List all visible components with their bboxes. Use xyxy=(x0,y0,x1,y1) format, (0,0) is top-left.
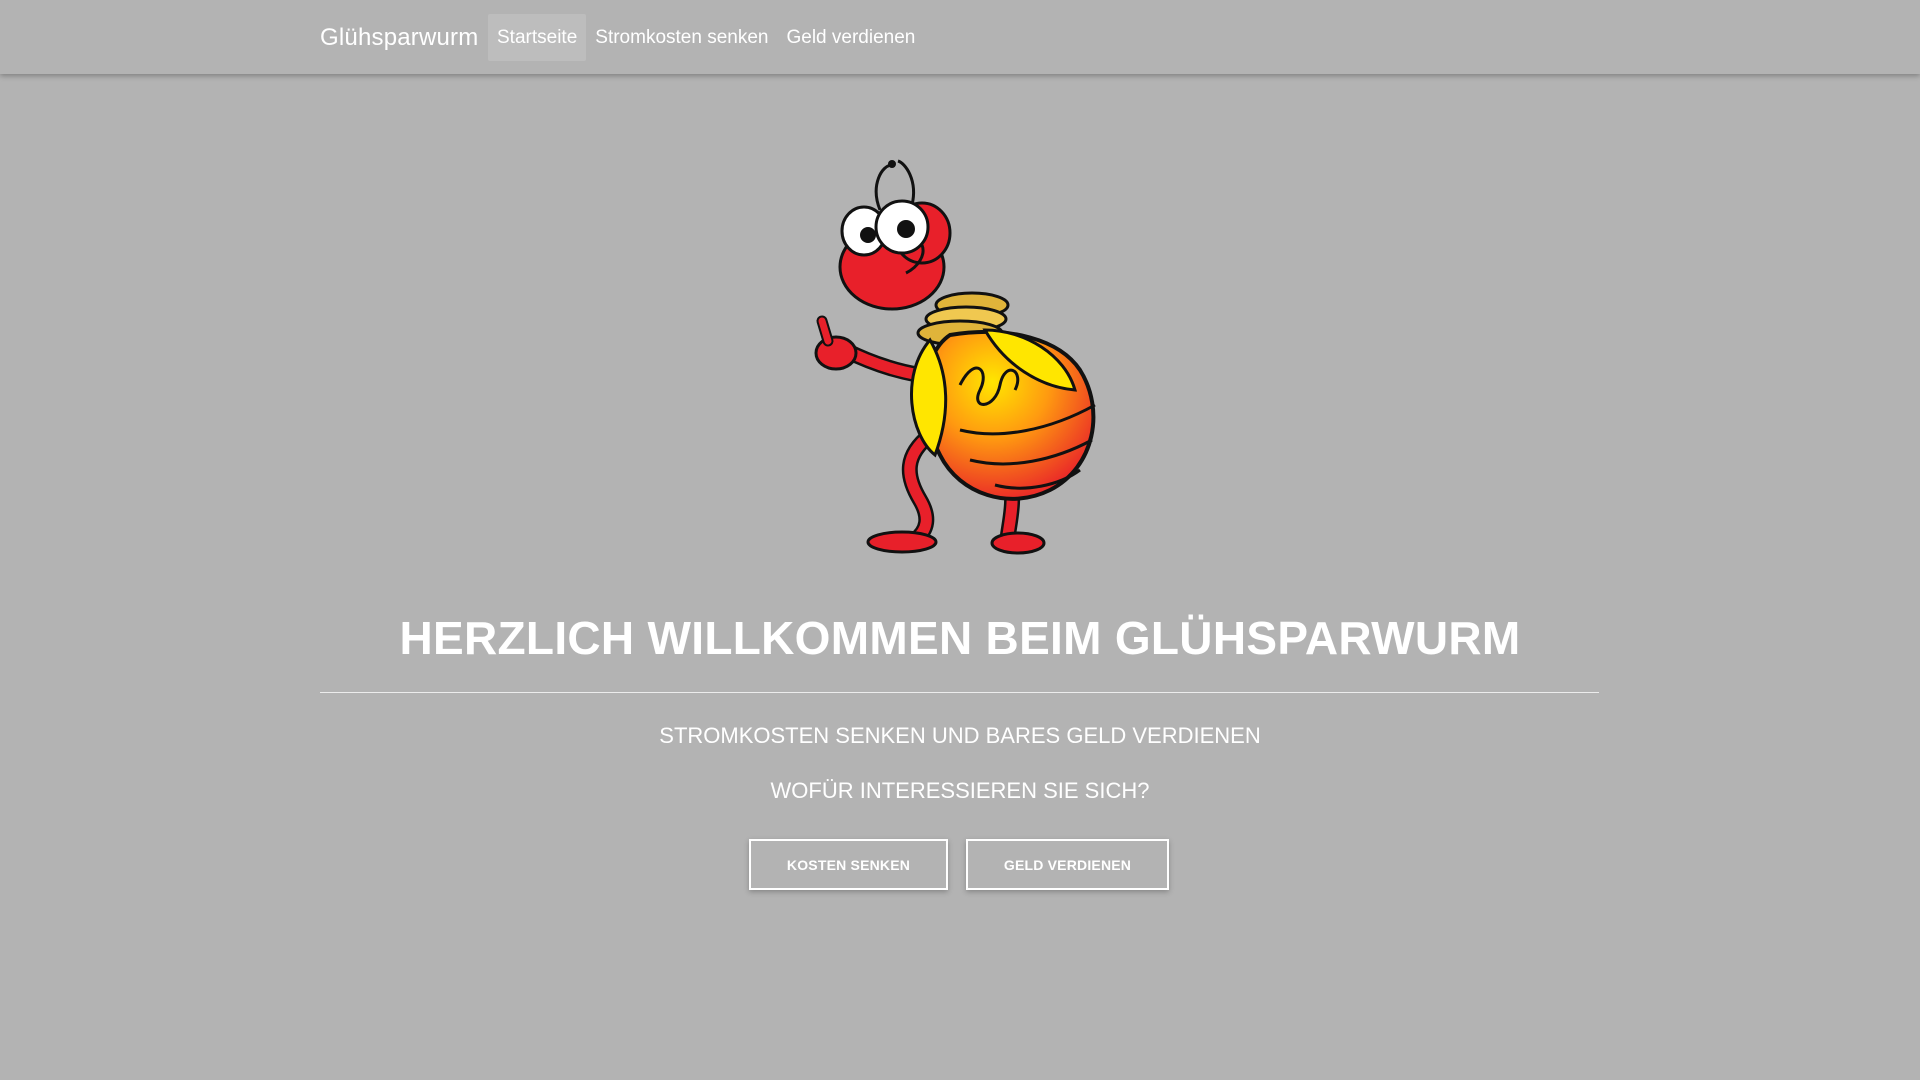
hero-question: WOFÜR INTERESSIEREN SIE SICH? xyxy=(770,778,1150,803)
nav-links: Startseite Stromkosten senken Geld verdi… xyxy=(488,14,924,61)
nav-link-startseite[interactable]: Startseite xyxy=(488,14,587,61)
hero-subtitle: STROMKOSTEN SENKEN UND BARES GELD VERDIE… xyxy=(659,723,1261,748)
brand-link[interactable]: Glühsparwurm xyxy=(320,24,478,52)
lightbulb-worm-mascot-icon xyxy=(814,159,1096,555)
nav-link-stromkosten-senken[interactable]: Stromkosten senken xyxy=(586,14,777,61)
nav-link-geld-verdienen[interactable]: Geld verdienen xyxy=(777,14,924,61)
top-navbar: Glühsparwurm Startseite Stromkosten senk… xyxy=(0,0,1920,74)
page-title: HERZLICH WILLKOMMEN BEIM GLÜHSPARWURM xyxy=(399,612,1521,664)
title-divider xyxy=(320,692,1599,693)
kosten-senken-button[interactable]: KOSTEN SENKEN xyxy=(749,839,948,890)
geld-verdienen-button[interactable]: GELD VERDIENEN xyxy=(966,839,1169,890)
